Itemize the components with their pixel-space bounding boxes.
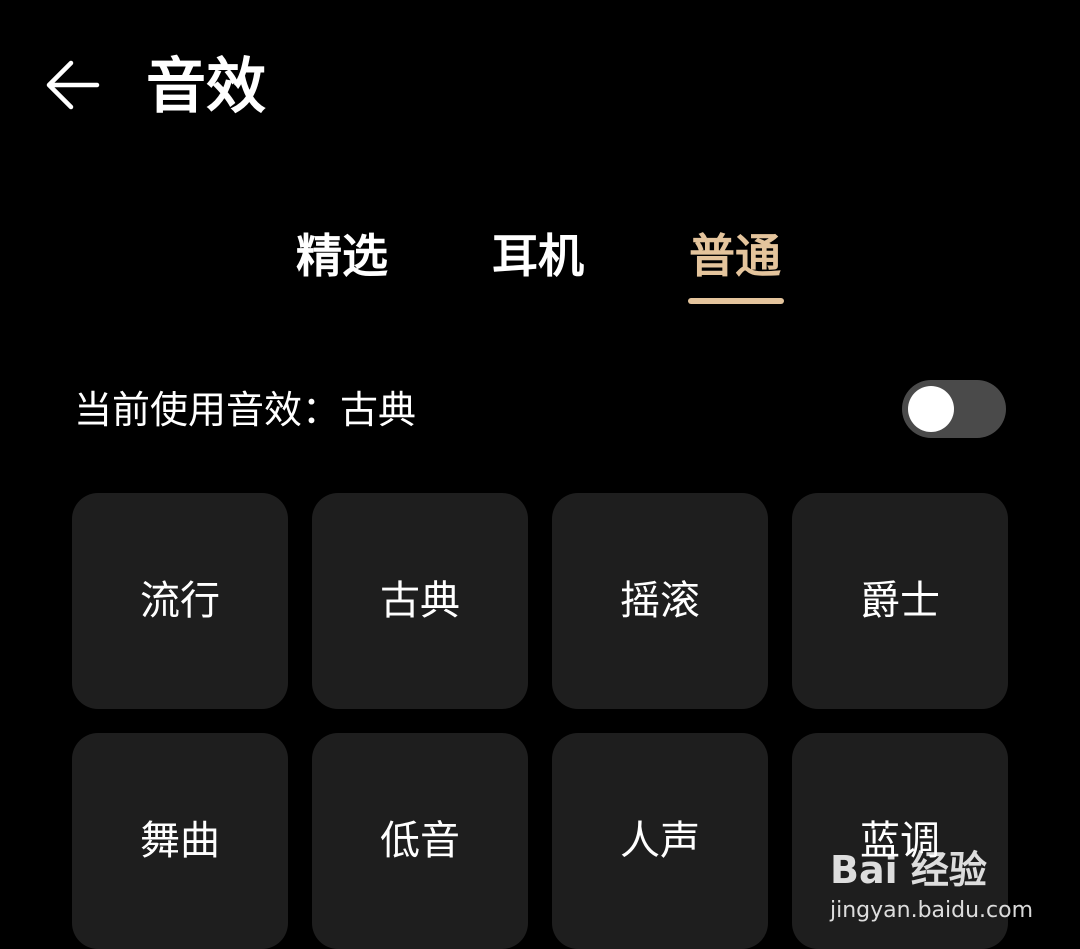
page-title: 音效 bbox=[146, 52, 266, 122]
preset-label: 低音 bbox=[380, 818, 460, 864]
preset-classical[interactable]: 古典 bbox=[312, 493, 528, 709]
preset-label: 摇滚 bbox=[620, 578, 700, 624]
back-button[interactable] bbox=[28, 40, 118, 130]
preset-label: 爵士 bbox=[860, 578, 940, 624]
preset-vocal[interactable]: 人声 bbox=[552, 733, 768, 949]
preset-label: 舞曲 bbox=[140, 818, 220, 864]
preset-bass[interactable]: 低音 bbox=[312, 733, 528, 949]
tab-normal[interactable]: 普通 bbox=[689, 228, 781, 284]
preset-label: 古典 bbox=[380, 578, 460, 624]
preset-rock[interactable]: 摇滚 bbox=[552, 493, 768, 709]
preset-pop[interactable]: 流行 bbox=[72, 493, 288, 709]
preset-label: 流行 bbox=[140, 578, 220, 624]
toggle-knob bbox=[908, 386, 954, 432]
preset-blues[interactable]: 蓝调 bbox=[792, 733, 1008, 949]
sound-effect-toggle[interactable] bbox=[902, 380, 1006, 438]
preset-dance[interactable]: 舞曲 bbox=[72, 733, 288, 949]
arrow-left-icon bbox=[46, 60, 100, 110]
preset-label: 蓝调 bbox=[860, 818, 940, 864]
active-tab-indicator bbox=[688, 298, 784, 304]
tab-featured[interactable]: 精选 bbox=[296, 228, 388, 284]
preset-label: 人声 bbox=[620, 818, 700, 864]
current-effect-label: 当前使用音效：古典 bbox=[74, 388, 417, 432]
tab-headphones[interactable]: 耳机 bbox=[492, 228, 584, 284]
preset-jazz[interactable]: 爵士 bbox=[792, 493, 1008, 709]
